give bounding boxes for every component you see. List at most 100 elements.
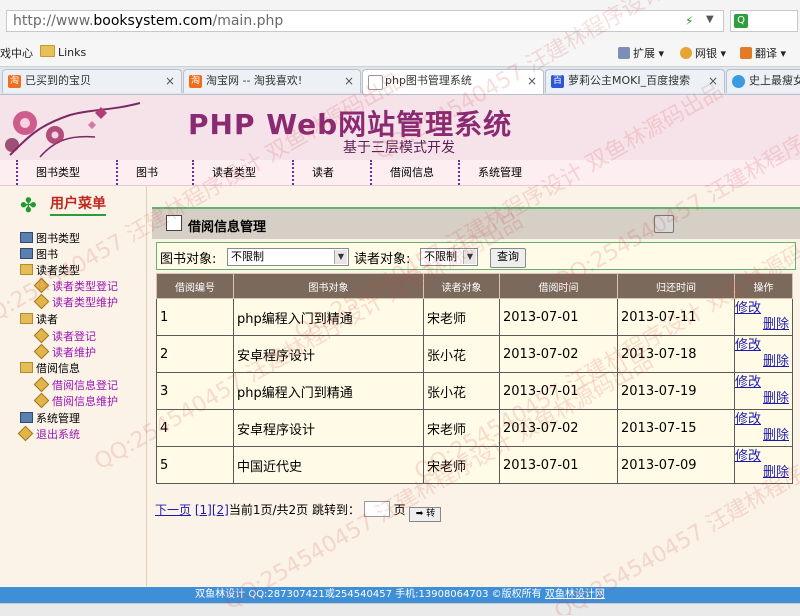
- tab-taobao[interactable]: 淘 淘宝网 -- 淘我喜欢! ×: [183, 69, 361, 93]
- url-host: booksystem.com: [93, 13, 212, 29]
- baidu-icon: 百: [551, 75, 564, 88]
- delete-link[interactable]: 删除: [735, 428, 792, 444]
- close-icon[interactable]: ×: [708, 70, 718, 92]
- query-button[interactable]: 查询: [490, 248, 526, 268]
- tab-label: 已买到的宝贝: [25, 74, 91, 87]
- edit-link[interactable]: 修改: [735, 449, 792, 465]
- tab-bought-items[interactable]: 淘 已买到的宝贝 ×: [2, 69, 182, 93]
- browser-address-bar: http://www.booksystem.com/main.php ⚡ ▼ Q: [0, 0, 800, 45]
- table-header-row: 借阅编号 图书对象 读者对象 借阅时间 归还时间 操作: [157, 274, 793, 299]
- sidebar-item-system-admin[interactable]: 系统管理: [20, 410, 80, 426]
- goto-button[interactable]: ➡ 转: [409, 507, 441, 522]
- edit-link[interactable]: 修改: [735, 338, 792, 354]
- search-box[interactable]: Q: [730, 10, 798, 32]
- cell-actions: 修改删除: [735, 299, 793, 336]
- sidebar-item-label: 读者类型登记: [52, 280, 118, 293]
- edit-link[interactable]: 修改: [735, 301, 792, 317]
- sidebar-item-reader-type[interactable]: 读者类型: [20, 262, 80, 278]
- sidebar-item-borrow-add[interactable]: 借阅信息登记: [36, 377, 118, 393]
- delete-link[interactable]: 删除: [735, 465, 792, 481]
- tab-news[interactable]: 史上最瘦女: [726, 69, 800, 93]
- lightning-icon[interactable]: ⚡: [685, 14, 693, 28]
- tab-baidu-search[interactable]: 百 萝莉公主MOKI_百度搜索 ×: [545, 69, 725, 93]
- page-icon: [368, 75, 383, 90]
- bookmark-links[interactable]: Links: [40, 45, 86, 59]
- sidebar-item-book[interactable]: 图书: [20, 246, 58, 262]
- top-nav: 图书类型 图书 读者类型 读者 借阅信息 系统管理: [0, 160, 800, 186]
- next-page-link[interactable]: 下一页: [155, 503, 191, 517]
- sidebar-item-reader-manage[interactable]: 读者维护: [36, 344, 96, 360]
- sidebar-item-reader-type-add[interactable]: 读者类型登记: [36, 278, 118, 294]
- cell-return-date: 2013-07-09: [618, 447, 735, 484]
- delete-link[interactable]: 删除: [735, 354, 792, 370]
- taobao-icon: 淘: [8, 75, 21, 88]
- toolbar-translate[interactable]: 翻译 ▾: [740, 45, 786, 61]
- cell-borrow-date: 2013-07-02: [500, 336, 618, 373]
- tab-php-library[interactable]: php图书管理系统 ×: [362, 69, 544, 94]
- tab-label: 淘宝网 -- 淘我喜欢!: [206, 74, 302, 87]
- borrow-panel: 借阅信息管理 图书对象: 不限制▼ 读者对象: 不限制▼ 查询 借阅编号 图书对…: [152, 207, 800, 517]
- page-2-link[interactable]: [2]: [212, 503, 229, 517]
- delete-link[interactable]: 删除: [735, 391, 792, 407]
- tab-label: php图书管理系统: [385, 74, 472, 87]
- toolbar-bank[interactable]: 网银 ▾: [680, 45, 726, 61]
- sidebar-item-label: 读者: [36, 313, 58, 326]
- folder-icon: [40, 45, 55, 57]
- sidebar-item-borrow-info[interactable]: 借阅信息: [20, 360, 80, 376]
- taobao-icon: 淘: [189, 75, 202, 88]
- sidebar-item-label: 借阅信息登记: [52, 379, 118, 392]
- url-field[interactable]: http://www.booksystem.com/main.php: [6, 10, 724, 32]
- close-icon[interactable]: ×: [344, 70, 354, 92]
- sidebar-item-label: 读者维护: [52, 346, 96, 359]
- cell-borrow-date: 2013-07-02: [500, 410, 618, 447]
- toolbar-label: 网银: [695, 47, 717, 60]
- cell-actions: 修改删除: [735, 373, 793, 410]
- select-value: 不限制: [424, 250, 457, 263]
- cell-reader: 宋老师: [424, 410, 500, 447]
- close-icon[interactable]: ×: [165, 70, 175, 92]
- cell-return-date: 2013-07-18: [618, 336, 735, 373]
- edit-link[interactable]: 修改: [735, 375, 792, 391]
- nav-reader[interactable]: 读者: [292, 160, 334, 185]
- document-icon: [166, 215, 182, 231]
- footer-link[interactable]: 双鱼林设计网: [545, 589, 605, 600]
- borrow-records-table: 借阅编号 图书对象 读者对象 借阅时间 归还时间 操作 1 php编程入门到精通…: [156, 273, 793, 484]
- folder-icon: [20, 264, 33, 275]
- printer-icon[interactable]: [654, 215, 674, 233]
- cell-reader: 张小花: [424, 373, 500, 410]
- diamond-icon: [34, 377, 50, 393]
- sidebar-item-logout[interactable]: 退出系统: [20, 426, 80, 442]
- extension-icon: [618, 47, 630, 59]
- sidebar-item-reader-add[interactable]: 读者登记: [36, 328, 96, 344]
- table-row: 5 中国近代史 宋老师 2013-07-01 2013-07-09 修改删除: [157, 447, 793, 484]
- sidebar-item-reader-type-manage[interactable]: 读者类型维护: [36, 294, 118, 310]
- bookmark-game-center[interactable]: 戏中心: [0, 45, 33, 61]
- nav-reader-type[interactable]: 读者类型: [192, 160, 256, 185]
- toolbar-extensions[interactable]: 扩展 ▾: [618, 45, 664, 61]
- edit-link[interactable]: 修改: [735, 412, 792, 428]
- nav-book-type[interactable]: 图书类型: [16, 160, 80, 185]
- close-icon[interactable]: ×: [527, 70, 537, 92]
- sidebar-item-borrow-manage[interactable]: 借阅信息维护: [36, 393, 118, 409]
- tab-label: 萝莉公主MOKI_百度搜索: [568, 74, 690, 87]
- chevron-down-icon[interactable]: ▼: [706, 14, 714, 25]
- column-header: 图书对象: [234, 274, 424, 299]
- nav-system-admin[interactable]: 系统管理: [458, 160, 522, 185]
- cell-actions: 修改删除: [735, 447, 793, 484]
- page-1-link[interactable]: [1]: [195, 503, 212, 517]
- reader-filter-label: 读者对象:: [354, 248, 410, 267]
- cell-return-date: 2013-07-11: [618, 299, 735, 336]
- nav-borrow-info[interactable]: 借阅信息: [370, 160, 434, 185]
- cell-book: 中国近代史: [234, 447, 424, 484]
- sidebar-item-reader[interactable]: 读者: [20, 311, 58, 327]
- cell-borrow-date: 2013-07-01: [500, 447, 618, 484]
- book-filter-select[interactable]: 不限制▼: [227, 248, 349, 266]
- delete-link[interactable]: 删除: [735, 317, 792, 333]
- search-engine-icon[interactable]: Q: [734, 14, 748, 28]
- cell-actions: 修改删除: [735, 410, 793, 447]
- goto-page-input[interactable]: [364, 501, 390, 517]
- book-icon: [20, 232, 33, 243]
- nav-book[interactable]: 图书: [116, 160, 158, 185]
- sidebar-item-book-type[interactable]: 图书类型: [20, 230, 80, 246]
- reader-filter-select[interactable]: 不限制▼: [420, 248, 478, 266]
